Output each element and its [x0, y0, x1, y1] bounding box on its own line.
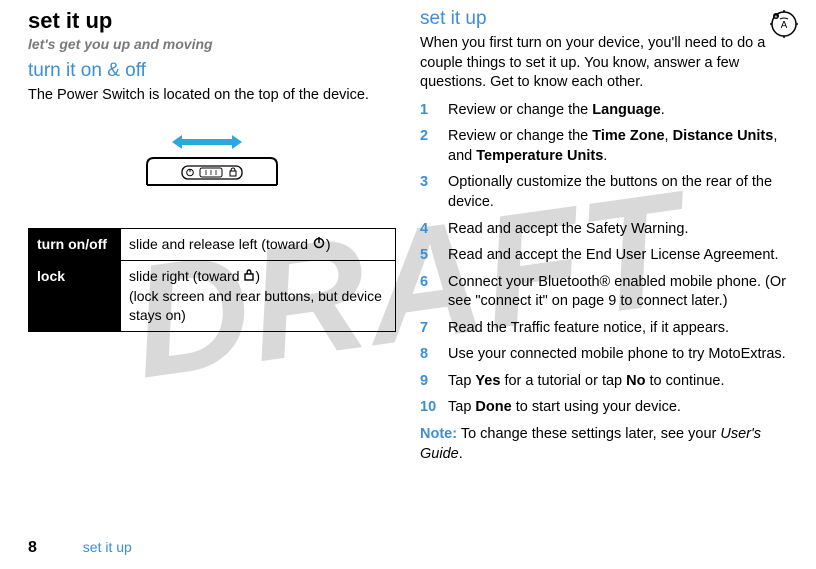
text: .: [603, 148, 607, 164]
ui-term: Distance Units: [673, 128, 774, 144]
list-item: Tap Done to start using your device.: [420, 398, 788, 418]
ui-term: No: [626, 373, 645, 389]
left-column: set it up let's get you up and moving tu…: [28, 8, 408, 520]
power-icon: [312, 235, 326, 254]
lock-icon: [243, 268, 255, 287]
row-label-turn-on-off: turn on/off: [29, 228, 121, 261]
right-column: set it up When you first turn on your de…: [408, 8, 788, 520]
section-heading-turn-on-off: turn it on & off: [28, 60, 396, 82]
table-row: turn on/off slide and release left (towa…: [29, 228, 396, 261]
text: Review or change the: [448, 128, 592, 144]
list-item: Tap Yes for a tutorial or tap No to cont…: [420, 372, 788, 392]
text: (lock screen and rear buttons, but devic…: [129, 288, 382, 323]
intro-text: The Power Switch is located on the top o…: [28, 86, 396, 106]
row-label-lock: lock: [29, 261, 121, 332]
list-item: Use your connected mobile phone to try M…: [420, 345, 788, 365]
controls-table: turn on/off slide and release left (towa…: [28, 228, 396, 332]
text: Review or change the: [448, 102, 592, 118]
ui-term: Yes: [475, 373, 500, 389]
section-heading-set-it-up: set it up: [420, 8, 788, 30]
page-footer: 8 set it up: [28, 539, 132, 557]
text: Tap: [448, 373, 475, 389]
list-item: Review or change the Language.: [420, 101, 788, 121]
page-body: set it up let's get you up and moving tu…: [0, 0, 816, 520]
footer-section: set it up: [83, 539, 132, 555]
ui-term: Time Zone: [592, 128, 664, 144]
ui-term: Language: [592, 102, 660, 118]
text: ): [326, 236, 331, 252]
list-item: Read and accept the Safety Warning.: [420, 220, 788, 240]
note: Note: To change these settings later, se…: [420, 425, 788, 464]
power-switch-diagram: [28, 130, 396, 200]
list-item: Read the Traffic feature notice, if it a…: [420, 319, 788, 339]
list-item: Read and accept the End User License Agr…: [420, 246, 788, 266]
text: .: [661, 102, 665, 118]
text: ): [255, 268, 260, 284]
text: Tap: [448, 399, 475, 415]
text: to start using your device.: [512, 399, 681, 415]
setup-intro: When you first turn on your device, you'…: [420, 34, 788, 93]
text: to continue.: [646, 373, 725, 389]
text: To change these settings later, see your: [457, 426, 720, 442]
list-item: Connect your Bluetooth® enabled mobile p…: [420, 273, 788, 312]
row-desc-lock: slide right (toward ) (lock screen and r…: [121, 261, 396, 332]
chapter-title: set it up: [28, 8, 396, 34]
row-desc-turn-on-off: slide and release left (toward ): [121, 228, 396, 261]
chapter-subtitle: let's get you up and moving: [28, 36, 396, 52]
text: .: [459, 446, 463, 462]
ui-term: Temperature Units: [476, 148, 603, 164]
text: slide right (toward: [129, 268, 243, 284]
ui-term: Done: [475, 399, 511, 415]
text: slide and release left (toward: [129, 236, 312, 252]
list-item: Review or change the Time Zone, Distance…: [420, 127, 788, 166]
text: ,: [665, 128, 673, 144]
table-row: lock slide right (toward ) (lock screen …: [29, 261, 396, 332]
setup-steps: Review or change the Language. Review or…: [420, 101, 788, 418]
text: for a tutorial or tap: [500, 373, 626, 389]
note-label: Note:: [420, 426, 457, 442]
list-item: Optionally customize the buttons on the …: [420, 173, 788, 212]
page-number: 8: [28, 539, 37, 556]
